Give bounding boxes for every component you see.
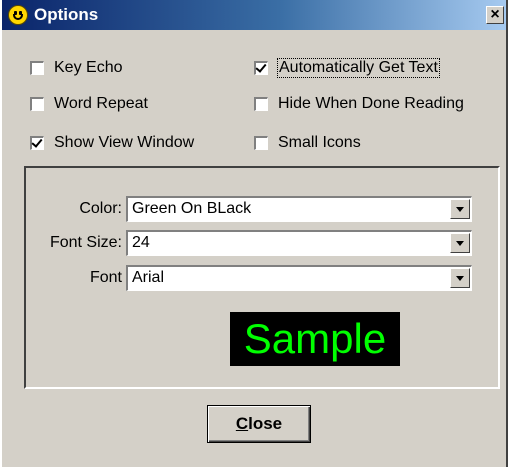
sample-preview: Sample [230,312,400,366]
color-value: Green On BLack [132,200,252,217]
checkbox-label: Hide When Done Reading [278,95,464,112]
color-row: Color: Green On BLack [26,196,498,222]
checkbox-box[interactable] [254,97,268,111]
checkbox-box[interactable] [30,136,44,150]
font-size-row: Font Size: 24 [26,230,498,256]
checkbox-show-view-window[interactable]: Show View Window [30,132,194,154]
checkbox-small-icons[interactable]: Small Icons [254,132,361,154]
chevron-down-icon[interactable] [450,199,470,219]
close-label: lose [248,414,283,433]
chevron-down-icon[interactable] [450,233,470,253]
checkbox-box[interactable] [30,61,44,75]
close-button[interactable]: Close [207,405,311,443]
checkbox-word-repeat[interactable]: Word Repeat [30,93,148,115]
options-dialog: Options × Key Echo Automatically Get Tex… [0,0,508,467]
font-row: Font Arial [26,265,498,291]
checkbox-label: Key Echo [54,59,123,76]
display-settings-group: Color: Green On BLack Font Size: 24 Font… [24,166,500,389]
close-accel: C [235,414,249,433]
checkbox-hide-when-done-reading[interactable]: Hide When Done Reading [254,93,464,115]
checkbox-label: Show View Window [54,134,195,151]
font-size-label: Font Size: [49,234,122,251]
font-select[interactable]: Arial [126,265,472,291]
checkbox-box[interactable] [254,61,268,75]
close-icon[interactable]: × [486,6,504,24]
checkbox-box[interactable] [254,136,268,150]
smiley-app-icon [8,5,28,25]
font-label: Font [89,269,122,286]
checkbox-automatically-get-text[interactable]: Automatically Get Text [254,57,440,79]
title-bar[interactable]: Options × [2,0,506,30]
checkbox-label: Automatically Get Text [277,58,440,78]
font-value: Arial [132,269,165,286]
window-title: Options [34,5,99,24]
checkbox-label: Word Repeat [54,95,148,112]
color-label: Color: [79,200,122,217]
checkbox-key-echo[interactable]: Key Echo [30,57,122,79]
font-size-select[interactable]: 24 [126,230,472,256]
checkbox-label: Small Icons [278,134,361,151]
font-size-value: 24 [132,234,150,251]
checkbox-box[interactable] [30,97,44,111]
chevron-down-icon[interactable] [450,268,470,288]
color-select[interactable]: Green On BLack [126,196,472,222]
